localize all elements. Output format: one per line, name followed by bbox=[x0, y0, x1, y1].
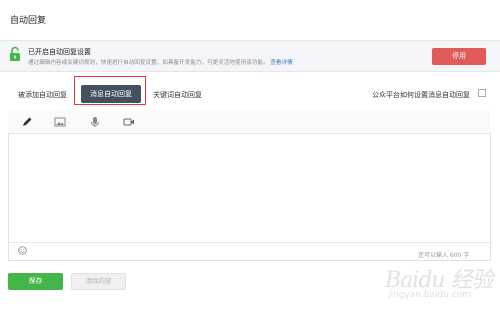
page-title: 自动回复 bbox=[10, 16, 47, 26]
emoji-icon[interactable] bbox=[18, 246, 27, 255]
disable-button[interactable]: 停用 bbox=[432, 48, 486, 65]
view-details-link[interactable]: 查看详情 bbox=[270, 60, 292, 66]
video-icon[interactable] bbox=[123, 116, 135, 128]
tab-added-auto-reply[interactable]: 被添加自动回复 bbox=[18, 90, 67, 100]
pencil-icon[interactable] bbox=[21, 116, 33, 128]
image-icon[interactable] bbox=[54, 116, 66, 128]
editor-toolbar bbox=[8, 110, 491, 134]
notice-description-text: 通过编辑内容或关键词规则，快速进行自动回复设置。如具备开发能力，可更灵活地使用该… bbox=[28, 60, 269, 66]
baidu-watermark-url: jingyan.baidu.com bbox=[388, 290, 472, 300]
lock-icon bbox=[10, 46, 20, 61]
highlight-annotation-box bbox=[74, 76, 146, 105]
notice-title: 已开启自动回复设置 bbox=[28, 48, 91, 56]
char-count: 还可以输入 600 字 bbox=[418, 252, 470, 259]
notice-description: 通过编辑内容或关键词规则，快速进行自动回复设置。如具备开发能力，可更灵活地使用该… bbox=[28, 58, 293, 66]
external-link-icon[interactable] bbox=[478, 89, 486, 97]
microphone-icon[interactable] bbox=[89, 116, 101, 128]
clear-content-button[interactable]: 清除内容 bbox=[71, 273, 126, 290]
tab-keyword-auto-reply[interactable]: 关键词自动回复 bbox=[153, 90, 202, 100]
save-button[interactable]: 保存 bbox=[8, 273, 63, 290]
help-link[interactable]: 公众平台如何设置消息自动回复 bbox=[372, 90, 470, 100]
